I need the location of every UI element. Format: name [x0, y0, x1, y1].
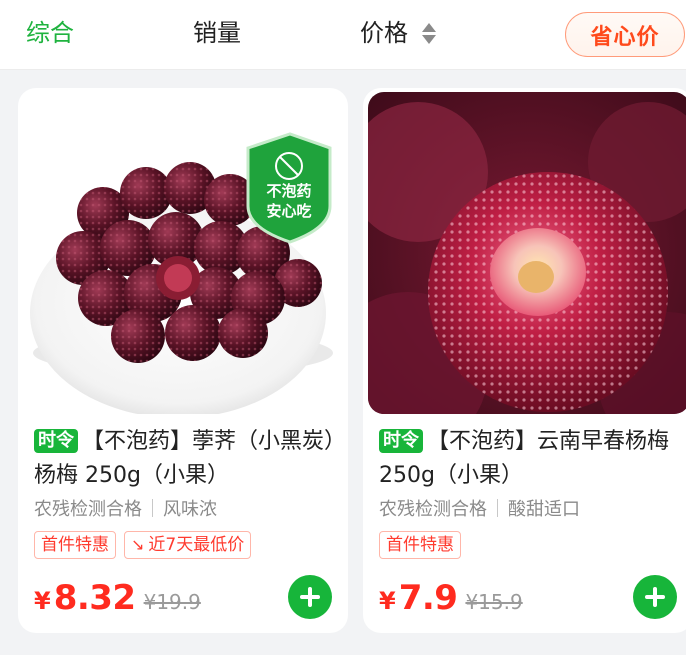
current-price: 7.9 [398, 578, 458, 618]
add-to-cart-button[interactable] [288, 575, 332, 619]
promo-tag: 首件特惠 [34, 531, 116, 559]
product-title[interactable]: 时令 【不泡药】云南早春杨梅250g（小果） [379, 425, 684, 493]
current-price: 8.32 [53, 578, 136, 618]
product-card[interactable]: 不泡药 安心吃 时令 【不泡药】荸荠（小黑炭）杨梅 250g（小果） 农残检测合格… [18, 88, 348, 633]
promo-tag: 首件特惠 [379, 531, 461, 559]
plus-icon [645, 587, 665, 607]
divider [497, 499, 498, 517]
product-title-text: 【不泡药】荸荠（小黑炭）杨梅 250g（小果） [34, 429, 336, 488]
badge-text-line1: 不泡药 [266, 182, 311, 200]
badge-text-line2: 安心吃 [266, 202, 311, 220]
sort-tab-price[interactable]: 价格 [360, 16, 436, 50]
product-image[interactable]: 不泡药 安心吃 [18, 88, 348, 418]
divider [152, 499, 153, 517]
feature-text: 农残检测合格 [34, 499, 142, 520]
promo-tags: 首件特惠 ↘ 近7天最低价 [34, 531, 252, 559]
price-row: ¥ 8.32 ¥19.9 [34, 578, 201, 618]
promo-tag-label: 首件特惠 [386, 535, 454, 555]
sort-tab-comprehensive[interactable]: 综合 [26, 16, 74, 50]
product-card[interactable]: 时令 【不泡药】云南早春杨梅250g（小果） 农残检测合格 酸甜适口 首件特惠 ¥ … [363, 88, 686, 633]
sort-tab-price-label: 价格 [360, 19, 408, 47]
original-price: ¥15.9 [465, 590, 523, 614]
saver-price-button[interactable]: 省心价 [565, 12, 685, 57]
original-price: ¥19.9 [143, 590, 201, 614]
promo-tag-label: 首件特惠 [41, 535, 109, 555]
sort-toggle-icon [422, 22, 436, 44]
product-features: 农残检测合格 风味浓 [34, 496, 217, 524]
product-title[interactable]: 时令 【不泡药】荸荠（小黑炭）杨梅 250g（小果） [34, 425, 339, 493]
plus-icon [300, 587, 320, 607]
product-features: 农残检测合格 酸甜适口 [379, 496, 580, 524]
add-to-cart-button[interactable] [633, 575, 677, 619]
promo-tag: ↘ 近7天最低价 [124, 531, 252, 559]
currency-symbol: ¥ [34, 587, 51, 615]
trend-down-icon: ↘ [131, 535, 145, 554]
no-soak-badge: 不泡药 安心吃 [246, 132, 332, 244]
promo-tag-label: 近7天最低价 [148, 535, 245, 555]
sort-bar: 综合 销量 价格 省心价 [0, 0, 686, 70]
feature-text: 风味浓 [163, 499, 217, 520]
sort-tab-sales[interactable]: 销量 [193, 16, 241, 50]
price-row: ¥ 7.9 ¥15.9 [379, 578, 523, 618]
feature-text: 酸甜适口 [508, 499, 580, 520]
season-tag: 时令 [34, 429, 78, 453]
product-image[interactable] [368, 92, 686, 414]
season-tag: 时令 [379, 429, 423, 453]
feature-text: 农残检测合格 [379, 499, 487, 520]
promo-tags: 首件特惠 [379, 531, 461, 559]
currency-symbol: ¥ [379, 587, 396, 615]
